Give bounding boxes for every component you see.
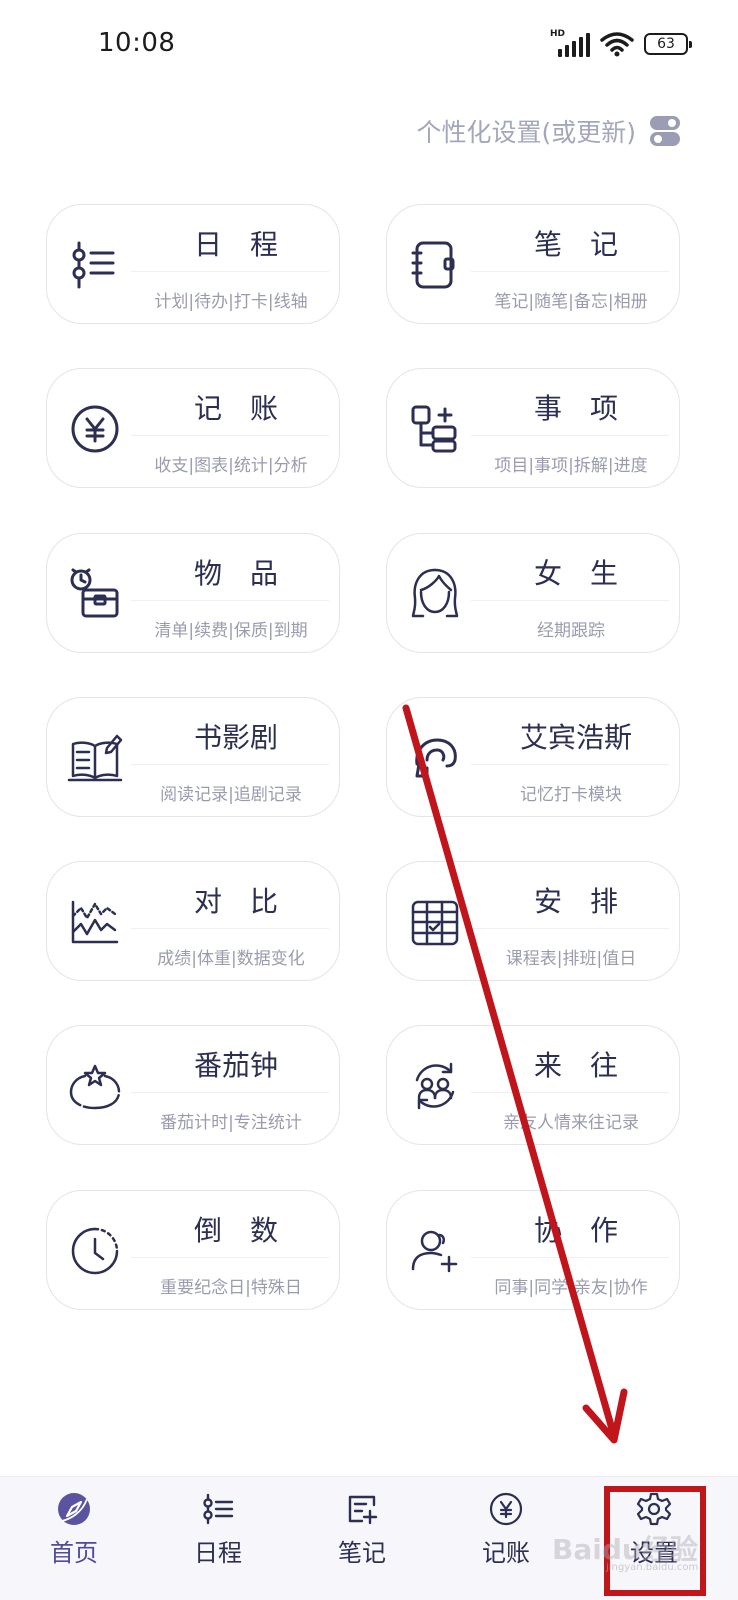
- tab-label: 日程: [194, 1539, 242, 1567]
- yuan-coin-icon: [488, 1491, 524, 1527]
- module-card-girl[interactable]: 女 生 经期跟踪: [386, 533, 680, 653]
- note-add-icon: [344, 1491, 380, 1527]
- card-divider: [471, 271, 669, 272]
- status-icons: HD 63: [550, 29, 692, 58]
- girl-face-icon: [407, 566, 463, 622]
- card-divider: [471, 1257, 669, 1258]
- status-time: 10:08: [98, 28, 176, 58]
- card-divider: [131, 271, 329, 272]
- tab-label: 笔记: [338, 1539, 386, 1567]
- item-box-clock-icon: [67, 566, 123, 622]
- tab-label: 记账: [482, 1539, 530, 1567]
- card-divider: [471, 764, 669, 765]
- card-divider: [131, 600, 329, 601]
- module-title: 对 比: [193, 885, 278, 918]
- cellular-signal-icon: HD: [550, 29, 590, 57]
- module-card-ebbinghaus[interactable]: 艾宾浩斯 记忆打卡模块: [386, 697, 680, 817]
- module-title: 倒 数: [193, 1214, 278, 1247]
- personalize-settings-link[interactable]: 个性化设置(或更新): [416, 114, 680, 148]
- module-title: 笔 记: [533, 228, 618, 261]
- notebook-icon: [407, 237, 463, 293]
- tab-home[interactable]: 首页: [14, 1477, 134, 1600]
- task-blocks-icon: [407, 401, 463, 457]
- module-title: 书影剧: [193, 721, 278, 754]
- schedule-list-icon: [200, 1491, 236, 1527]
- card-divider: [131, 435, 329, 436]
- card-divider: [131, 1092, 329, 1093]
- module-card-collab[interactable]: 协 作 同事|同学|亲友|协作: [386, 1190, 680, 1310]
- module-card-arrange[interactable]: 安 排 课程表|排班|值日: [386, 861, 680, 981]
- personalize-label: 个性化设置(或更新): [416, 118, 636, 147]
- module-card-accounting[interactable]: 记 账 收支|图表|统计|分析: [46, 368, 340, 488]
- tab-notes[interactable]: 笔记: [302, 1477, 422, 1600]
- status-bar: 10:08 HD 63: [0, 0, 738, 90]
- module-subtitle: 番茄计时|专注统计: [160, 1113, 302, 1133]
- module-card-tasks[interactable]: 事 项 项目|事项|拆解|进度: [386, 368, 680, 488]
- schedule-list-icon: [67, 237, 123, 293]
- module-title: 事 项: [533, 392, 618, 425]
- module-card-schedule[interactable]: 日 程 计划|待办|打卡|线轴: [46, 204, 340, 324]
- card-divider: [131, 1257, 329, 1258]
- brain-icon: [407, 730, 463, 786]
- module-title: 艾宾浩斯: [519, 721, 632, 754]
- module-subtitle: 收支|图表|统计|分析: [154, 456, 308, 476]
- module-title: 番茄钟: [193, 1049, 278, 1082]
- card-divider: [471, 600, 669, 601]
- module-subtitle: 课程表|排班|值日: [505, 949, 637, 969]
- module-card-compare[interactable]: 对 比 成绩|体重|数据变化: [46, 861, 340, 981]
- module-title: 女 生: [533, 557, 618, 590]
- module-subtitle: 笔记|随笔|备忘|相册: [494, 292, 648, 312]
- module-subtitle: 记忆打卡模块: [520, 785, 622, 805]
- module-subtitle: 亲友人情来往记录: [503, 1113, 639, 1133]
- card-divider: [131, 928, 329, 929]
- card-divider: [471, 928, 669, 929]
- module-title: 协 作: [533, 1214, 618, 1247]
- module-subtitle: 同事|同学|亲友|协作: [494, 1278, 648, 1298]
- toggle-switch-icon: [650, 115, 680, 147]
- compass-home-icon: [56, 1491, 92, 1527]
- calendar-grid-icon: [407, 894, 463, 950]
- module-title: 安 排: [533, 885, 618, 918]
- line-compare-icon: [67, 894, 123, 950]
- card-divider: [471, 435, 669, 436]
- module-subtitle: 项目|事项|拆解|进度: [494, 456, 648, 476]
- module-title: 记 账: [193, 392, 278, 425]
- module-title: 物 品: [193, 557, 278, 590]
- open-book-icon: [67, 730, 123, 786]
- module-card-countdown[interactable]: 倒 数 重要纪念日|特殊日: [46, 1190, 340, 1310]
- tab-label: 首页: [50, 1539, 98, 1567]
- wifi-icon: [600, 32, 634, 57]
- module-card-exchange[interactable]: 来 往 亲友人情来往记录: [386, 1025, 680, 1145]
- battery-indicator: 63: [644, 33, 692, 55]
- module-subtitle: 重要纪念日|特殊日: [160, 1278, 302, 1298]
- people-exchange-icon: [407, 1058, 463, 1114]
- card-divider: [131, 764, 329, 765]
- module-subtitle: 清单|续费|保质|到期: [154, 621, 308, 641]
- module-subtitle: 阅读记录|追剧记录: [160, 785, 302, 805]
- baidu-watermark-url: jingyan.baidu.com: [606, 1562, 699, 1573]
- card-divider: [471, 1092, 669, 1093]
- tomato-icon: [67, 1058, 123, 1114]
- yuan-coin-icon: [67, 401, 123, 457]
- module-title: 日 程: [193, 228, 278, 261]
- module-card-notes[interactable]: 笔 记 笔记|随笔|备忘|相册: [386, 204, 680, 324]
- tab-accounting[interactable]: 记账: [446, 1477, 566, 1600]
- module-subtitle: 成绩|体重|数据变化: [157, 949, 305, 969]
- module-card-pomodoro[interactable]: 番茄钟 番茄计时|专注统计: [46, 1025, 340, 1145]
- module-title: 来 往: [533, 1049, 618, 1082]
- add-user-icon: [407, 1223, 463, 1279]
- module-subtitle: 计划|待办|打卡|线轴: [154, 292, 308, 312]
- tab-schedule[interactable]: 日程: [158, 1477, 278, 1600]
- module-card-books[interactable]: 书影剧 阅读记录|追剧记录: [46, 697, 340, 817]
- module-card-items[interactable]: 物 品 清单|续费|保质|到期: [46, 533, 340, 653]
- module-subtitle: 经期跟踪: [537, 621, 605, 641]
- countdown-clock-icon: [67, 1223, 123, 1279]
